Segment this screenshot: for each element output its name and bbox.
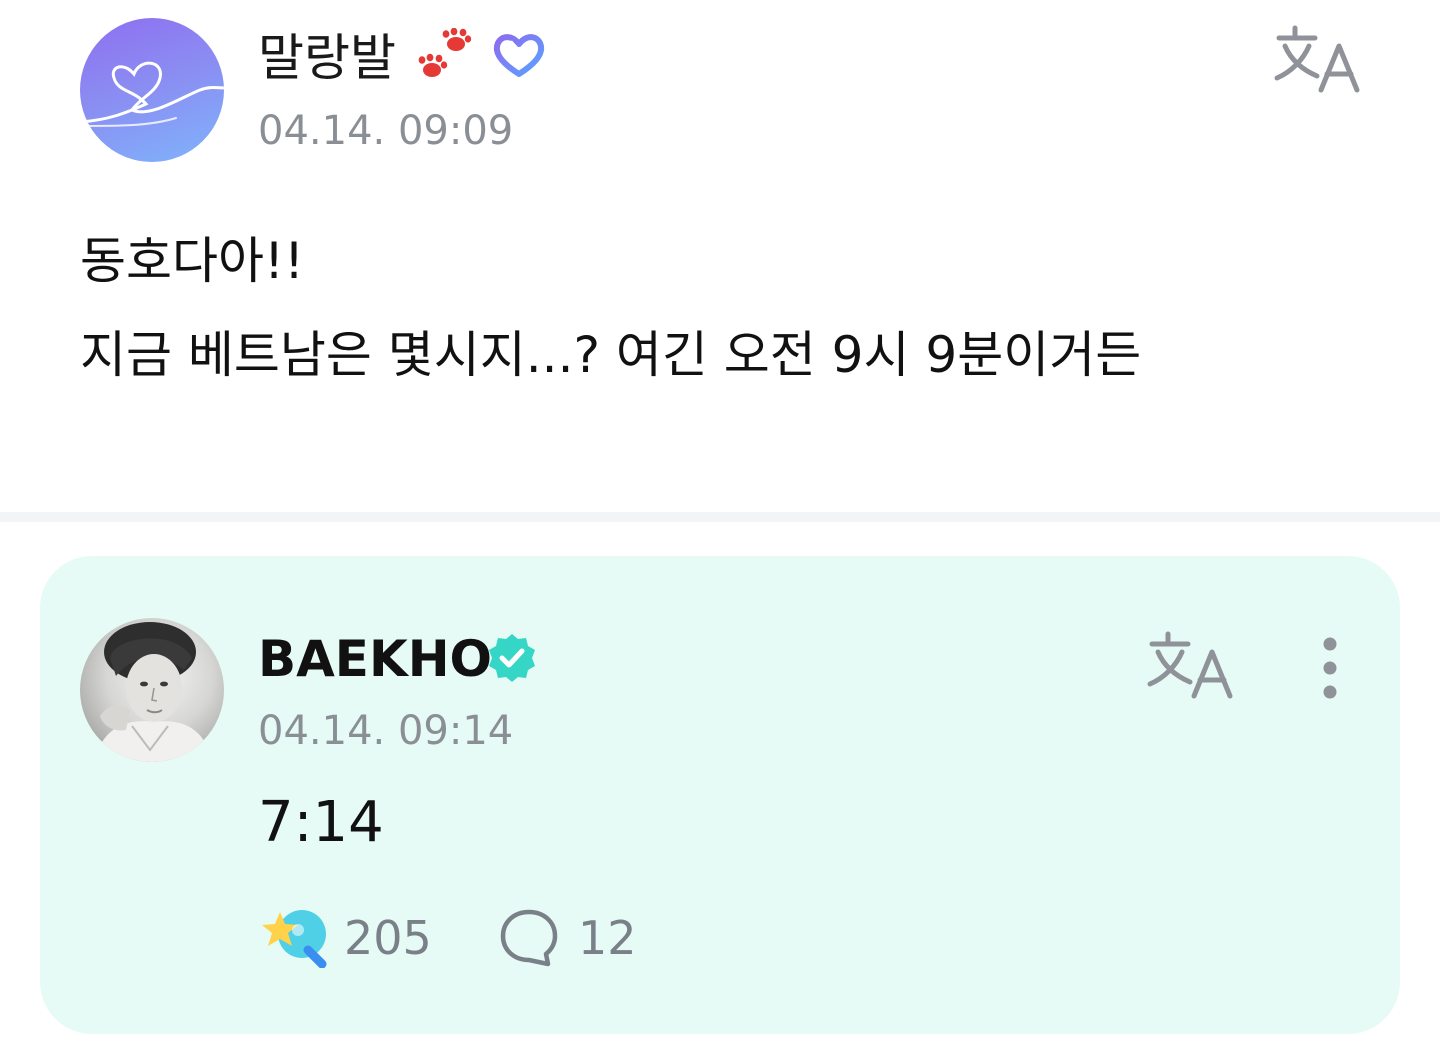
artist-username[interactable]: BAEKHO [258,628,492,690]
cheer-count: 205 [344,911,432,965]
fan-post-body: 동호다아!! 지금 베트남은 몇시지...? 여긴 오전 9시 9분이거든 [80,214,1380,402]
fan-post-line: 지금 베트남은 몇시지...? 여긴 오전 9시 9분이거든 [80,326,1142,384]
artist-reply-body: 7:14 [258,790,384,855]
cheer-button[interactable]: 205 [258,906,468,968]
artist-portrait-photo [94,622,212,762]
comment-button[interactable]: 12 [498,906,678,968]
artist-reply-timestamp: 04.14. 09:14 [258,708,514,754]
comment-bubble-icon [500,909,558,967]
paw-prints-icon [418,28,472,77]
fan-membership-badge-icon [493,34,545,77]
cheer-star-icon [262,910,327,968]
translate-icon[interactable] [1273,24,1363,96]
artist-reply-card: BAEKHO 04.14. 09:14 7:14 205 12 [40,556,1400,1034]
comment-count: 12 [578,911,637,965]
fan-avatar[interactable] [80,18,224,162]
heart-doodle-icon [80,61,224,127]
more-vertical-icon[interactable] [1308,636,1352,700]
translate-icon[interactable] [1146,630,1236,702]
artist-avatar[interactable] [80,618,224,762]
section-divider [0,512,1440,522]
fan-username[interactable]: 말랑발 [258,28,396,88]
fan-post-line: 동호다아!! [80,232,305,290]
fan-post: 말랑발 04.14. 09:09 동호다아!! 지금 베트남은 몇시지...? … [0,0,1440,512]
verified-check-icon [489,634,535,682]
weverse-post-thread: 말랑발 04.14. 09:09 동호다아!! 지금 베트남은 몇시지...? … [0,0,1440,1062]
fan-post-timestamp: 04.14. 09:09 [258,108,514,154]
